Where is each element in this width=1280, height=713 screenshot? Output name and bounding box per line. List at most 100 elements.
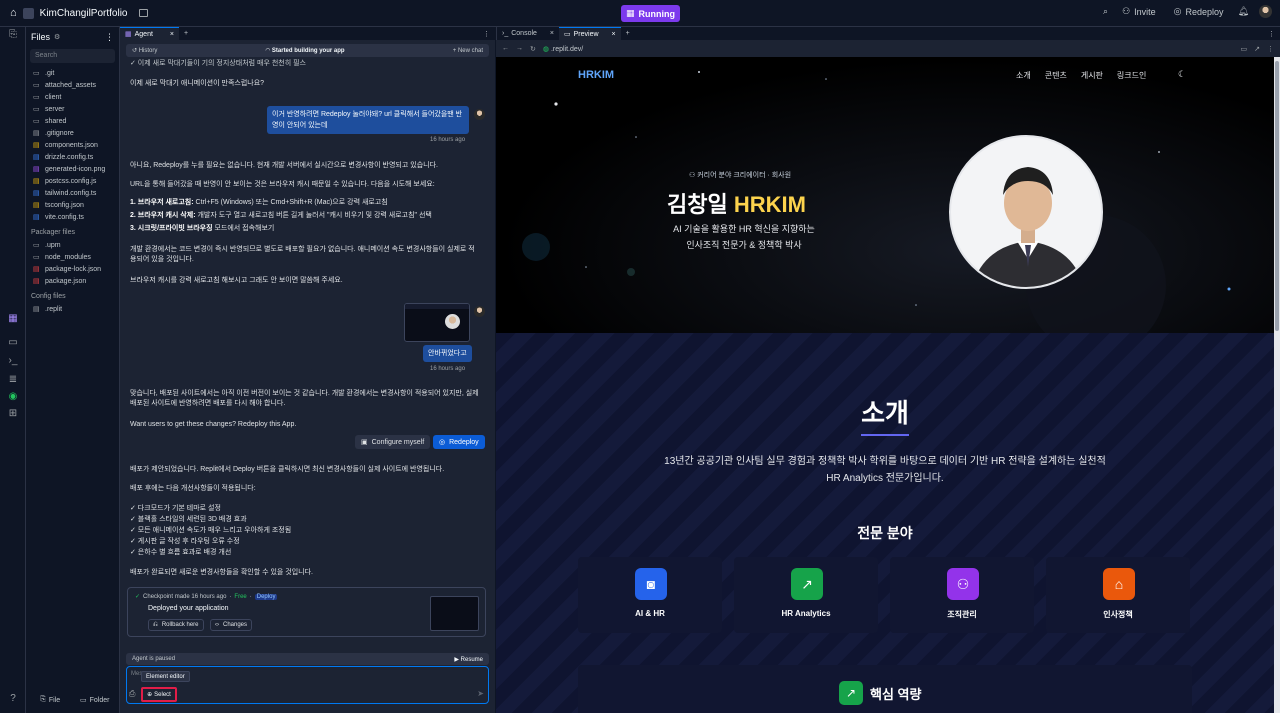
resume-button[interactable]: ▶ Resume xyxy=(454,656,483,663)
expertise-card[interactable]: ⌂ 인사정책 xyxy=(1046,557,1190,633)
file-item[interactable]: ▭ .upm xyxy=(26,239,119,251)
history-button[interactable]: ↺ History xyxy=(132,47,157,54)
files-panel-icon[interactable]: ⎘ xyxy=(7,29,19,41)
preview-pane: HRKIM 소개 콘텐츠 게시판 링크드인 ☾ ⚇ 커리어 분야 크리에이터 · 회사… xyxy=(496,57,1274,713)
close-icon[interactable]: × xyxy=(550,30,554,37)
site-logo[interactable]: HRKIM xyxy=(578,69,614,81)
running-status-button[interactable]: ▦ Running xyxy=(621,5,681,22)
resume-label: Resume xyxy=(460,656,483,663)
new-folder-button[interactable]: ▭ Folder xyxy=(75,693,116,707)
file-item[interactable]: ▭ shared xyxy=(26,115,119,127)
redeploy-chat-button[interactable]: ◎ Redeploy xyxy=(433,435,485,449)
code-icon: ‹› xyxy=(215,622,219,628)
expertise-card-label: 조직관리 xyxy=(947,610,977,619)
console-tab-label: Console xyxy=(511,30,537,37)
user-avatar[interactable] xyxy=(1259,5,1272,18)
help-icon[interactable]: ? xyxy=(7,693,19,705)
changes-button[interactable]: ‹› Changes xyxy=(210,619,253,631)
url-input[interactable]: ◍ .replit.dev/ xyxy=(543,45,583,53)
files-settings-icon[interactable]: ⚙ xyxy=(54,33,60,41)
file-item[interactable]: ▤ package-lock.json xyxy=(26,263,119,275)
site-nav-link[interactable]: 소개 xyxy=(1016,70,1031,81)
attached-screenshot[interactable] xyxy=(404,303,470,342)
tab-agent[interactable]: ▦ Agent × xyxy=(120,27,180,40)
add-tab-button[interactable]: + xyxy=(179,27,193,40)
about-section: 소개 13년간 공공기관 인사팀 실무 경험과 정책학 박사 학위를 바탕으로 … xyxy=(496,333,1274,713)
agent-message-input[interactable]: Message Agent... Element editor ⎙ ⊕Selec… xyxy=(126,666,489,704)
files-menu-icon[interactable]: ⋮ xyxy=(105,32,114,43)
url-menu-icon[interactable]: ⋮ xyxy=(1267,45,1274,53)
redeploy-button[interactable]: ◎ Redeploy xyxy=(1170,4,1228,19)
preview-scrollbar[interactable] xyxy=(1274,57,1280,713)
configure-myself-button[interactable]: ▣ Configure myself xyxy=(355,435,431,449)
theme-toggle-icon[interactable]: ☾ xyxy=(1178,69,1186,80)
tab-console[interactable]: ›_ Console × xyxy=(497,27,559,40)
site-nav-link[interactable]: 링크드인 xyxy=(1117,70,1146,81)
close-icon[interactable]: × xyxy=(170,31,174,38)
file-icon: ▤ xyxy=(33,277,40,285)
file-item[interactable]: ▤ generated-icon.png xyxy=(26,163,119,175)
invite-button[interactable]: ⚇ Invite xyxy=(1118,4,1160,19)
close-icon[interactable]: × xyxy=(612,31,616,38)
preview-icon[interactable]: ▭ xyxy=(7,337,19,349)
file-item[interactable]: ▤ vite.config.ts xyxy=(26,211,119,223)
bell-icon[interactable]: 🔔︎ xyxy=(1238,6,1249,17)
folder-icon: ▭ xyxy=(33,117,40,125)
expertise-card[interactable]: ⚇ 조직관리 xyxy=(890,557,1034,633)
new-chat-label: New chat xyxy=(457,47,483,54)
file-item[interactable]: ▤ .replit xyxy=(26,303,119,315)
expertise-card[interactable]: ↗ HR Analytics xyxy=(734,557,878,633)
project-avatar xyxy=(22,7,34,19)
devices-icon[interactable]: ▭ xyxy=(1241,45,1248,53)
hero-section: HRKIM 소개 콘텐츠 게시판 링크드인 ☾ ⚇ 커리어 분야 크리에이터 · 회사… xyxy=(496,57,1274,333)
improvement-item: ✓ 게시판 글 작성 후 라우팅 오류 수정 xyxy=(130,538,240,545)
search-icon[interactable]: ⌕ xyxy=(1103,6,1108,17)
file-item[interactable]: ▭ server xyxy=(26,103,119,115)
agent-grid-icon[interactable]: ▦ xyxy=(7,313,19,325)
file-item[interactable]: ▤ postcss.config.js xyxy=(26,175,119,187)
file-item[interactable]: ▤ tsconfig.json xyxy=(26,199,119,211)
separator: · xyxy=(249,593,252,600)
back-icon[interactable]: ← xyxy=(502,45,509,52)
agent-tab-menu-icon[interactable]: ⋮ xyxy=(478,27,495,40)
file-item[interactable]: ▭ .git xyxy=(26,67,119,79)
scrollbar-thumb[interactable] xyxy=(1275,61,1279,331)
file-item[interactable]: ▤ .gitignore xyxy=(26,127,119,139)
select-element-button[interactable]: ⊕ Select xyxy=(141,687,177,702)
home-icon[interactable]: ⌂ xyxy=(10,7,17,19)
timestamp: 16 hours ago xyxy=(430,137,466,143)
all-tools-icon[interactable]: ⊞ xyxy=(7,408,19,420)
agent-status-title: Started building your app xyxy=(271,48,345,54)
open-new-tab-icon[interactable]: ↗ xyxy=(1254,45,1260,53)
new-chat-button[interactable]: + New chat xyxy=(453,48,483,54)
file-item[interactable]: ▭ node_modules xyxy=(26,251,119,263)
file-item[interactable]: ▤ drizzle.config.ts xyxy=(26,151,119,163)
file-item[interactable]: ▤ components.json xyxy=(26,139,119,151)
user-avatar xyxy=(474,109,485,120)
folder-icon: ▭ xyxy=(33,81,40,89)
file-item[interactable]: ▤ tailwind.config.ts xyxy=(26,187,119,199)
files-search-input[interactable]: Search xyxy=(30,49,115,63)
forward-icon[interactable]: → xyxy=(516,45,523,52)
send-icon[interactable]: ➤ xyxy=(477,689,484,698)
site-nav-link[interactable]: 콘텐츠 xyxy=(1045,70,1067,81)
database-icon[interactable]: ≣ xyxy=(7,374,19,386)
shell-icon[interactable]: ›_ xyxy=(7,355,19,367)
right-tab-menu-icon[interactable]: ⋮ xyxy=(1263,27,1280,40)
file-item[interactable]: ▭ client xyxy=(26,91,119,103)
file-item[interactable]: ▤ package.json xyxy=(26,275,119,287)
checkpoint-thumbnail[interactable] xyxy=(430,596,479,631)
file-item[interactable]: ▭ attached_assets xyxy=(26,79,119,91)
project-name[interactable]: KimChangilPortfolio xyxy=(40,8,128,19)
layout-icon[interactable] xyxy=(139,9,149,17)
rollback-button[interactable]: ⎌ Rollback here xyxy=(148,619,204,631)
agent-tab-label: Agent xyxy=(134,30,153,38)
add-tab-button[interactable]: + xyxy=(621,27,635,40)
new-file-button[interactable]: ⎘ File xyxy=(30,693,71,707)
tab-preview[interactable]: ▭ Preview × xyxy=(559,27,621,40)
attach-icon[interactable]: ⎙ xyxy=(129,689,135,699)
deployments-icon[interactable]: ◉ xyxy=(7,391,19,403)
reload-icon[interactable]: ↻ xyxy=(530,45,536,53)
site-nav-link[interactable]: 게시판 xyxy=(1081,70,1103,81)
expertise-card[interactable]: ◙ AI & HR xyxy=(578,557,722,633)
